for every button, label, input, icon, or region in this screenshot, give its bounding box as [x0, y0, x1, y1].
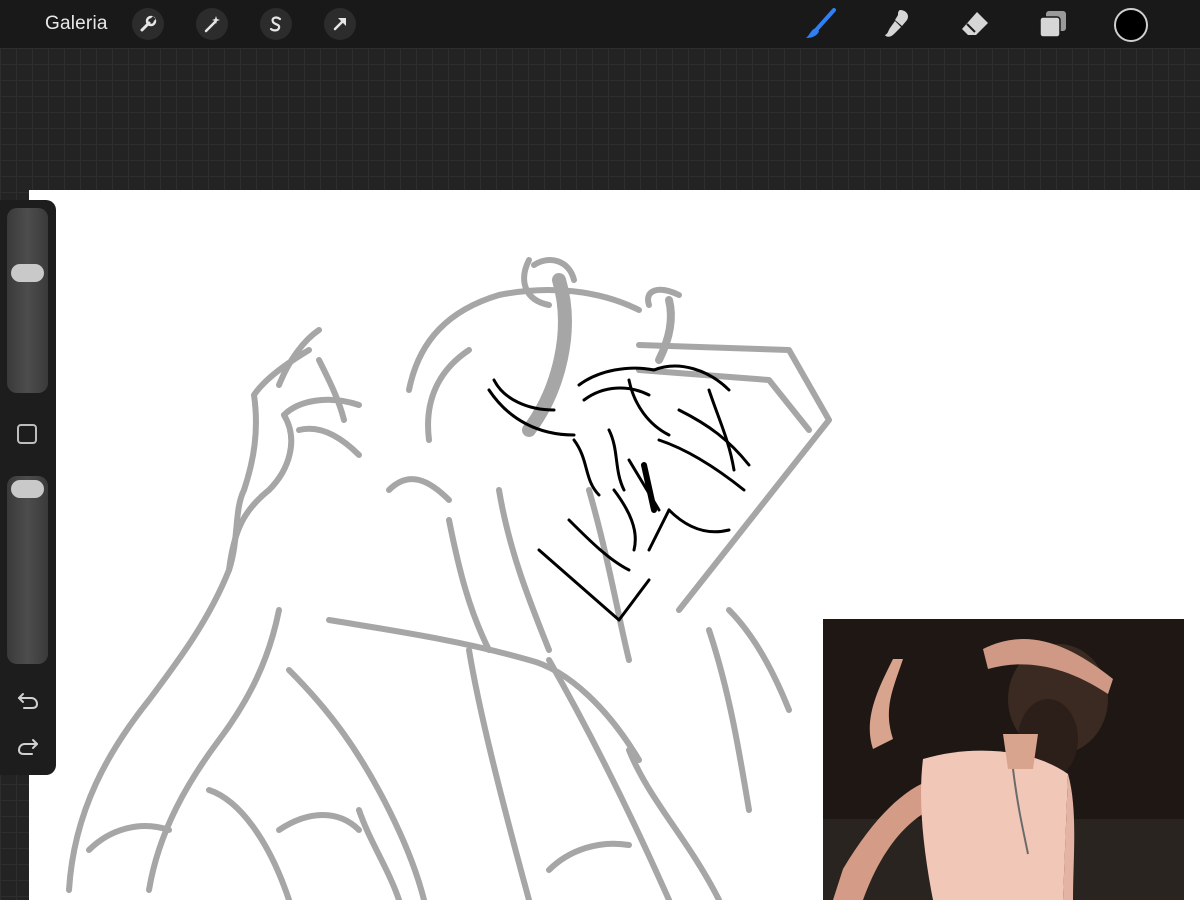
- smudge-tool-button[interactable]: [880, 7, 914, 41]
- opacity-slider-thumb[interactable]: [11, 480, 44, 498]
- selection-button[interactable]: [260, 8, 292, 40]
- redo-arrow-icon: [17, 739, 38, 755]
- undo-button[interactable]: [14, 686, 42, 714]
- modify-button[interactable]: [17, 424, 37, 444]
- redo-button[interactable]: [14, 732, 42, 760]
- transform-button[interactable]: [324, 8, 356, 40]
- eraser-tool-button[interactable]: [958, 7, 992, 41]
- brush-icon: [806, 8, 836, 38]
- side-toolbar: [0, 200, 56, 775]
- wrench-icon: [140, 15, 157, 32]
- adjustments-button[interactable]: [196, 8, 228, 40]
- color-swatch-button[interactable]: [1114, 8, 1148, 42]
- smudge-icon: [885, 10, 909, 37]
- brush-tool-button[interactable]: [803, 7, 837, 41]
- brush-size-slider[interactable]: [7, 208, 48, 393]
- drawing-canvas[interactable]: [29, 190, 1200, 900]
- top-toolbar: Galeria: [0, 0, 1200, 48]
- magic-wand-icon: [204, 16, 220, 33]
- undo-arrow-icon: [18, 693, 39, 709]
- selection-s-icon: [269, 16, 282, 32]
- brush-size-slider-thumb[interactable]: [11, 264, 44, 282]
- transform-arrow-icon: [333, 18, 346, 31]
- layers-icon: [1039, 11, 1066, 38]
- layers-button[interactable]: [1036, 7, 1070, 41]
- eraser-icon: [962, 12, 988, 35]
- gallery-button[interactable]: Galeria: [45, 13, 108, 35]
- actions-wrench-button[interactable]: [132, 8, 164, 40]
- opacity-slider[interactable]: [7, 476, 48, 664]
- reference-photo[interactable]: [823, 619, 1184, 900]
